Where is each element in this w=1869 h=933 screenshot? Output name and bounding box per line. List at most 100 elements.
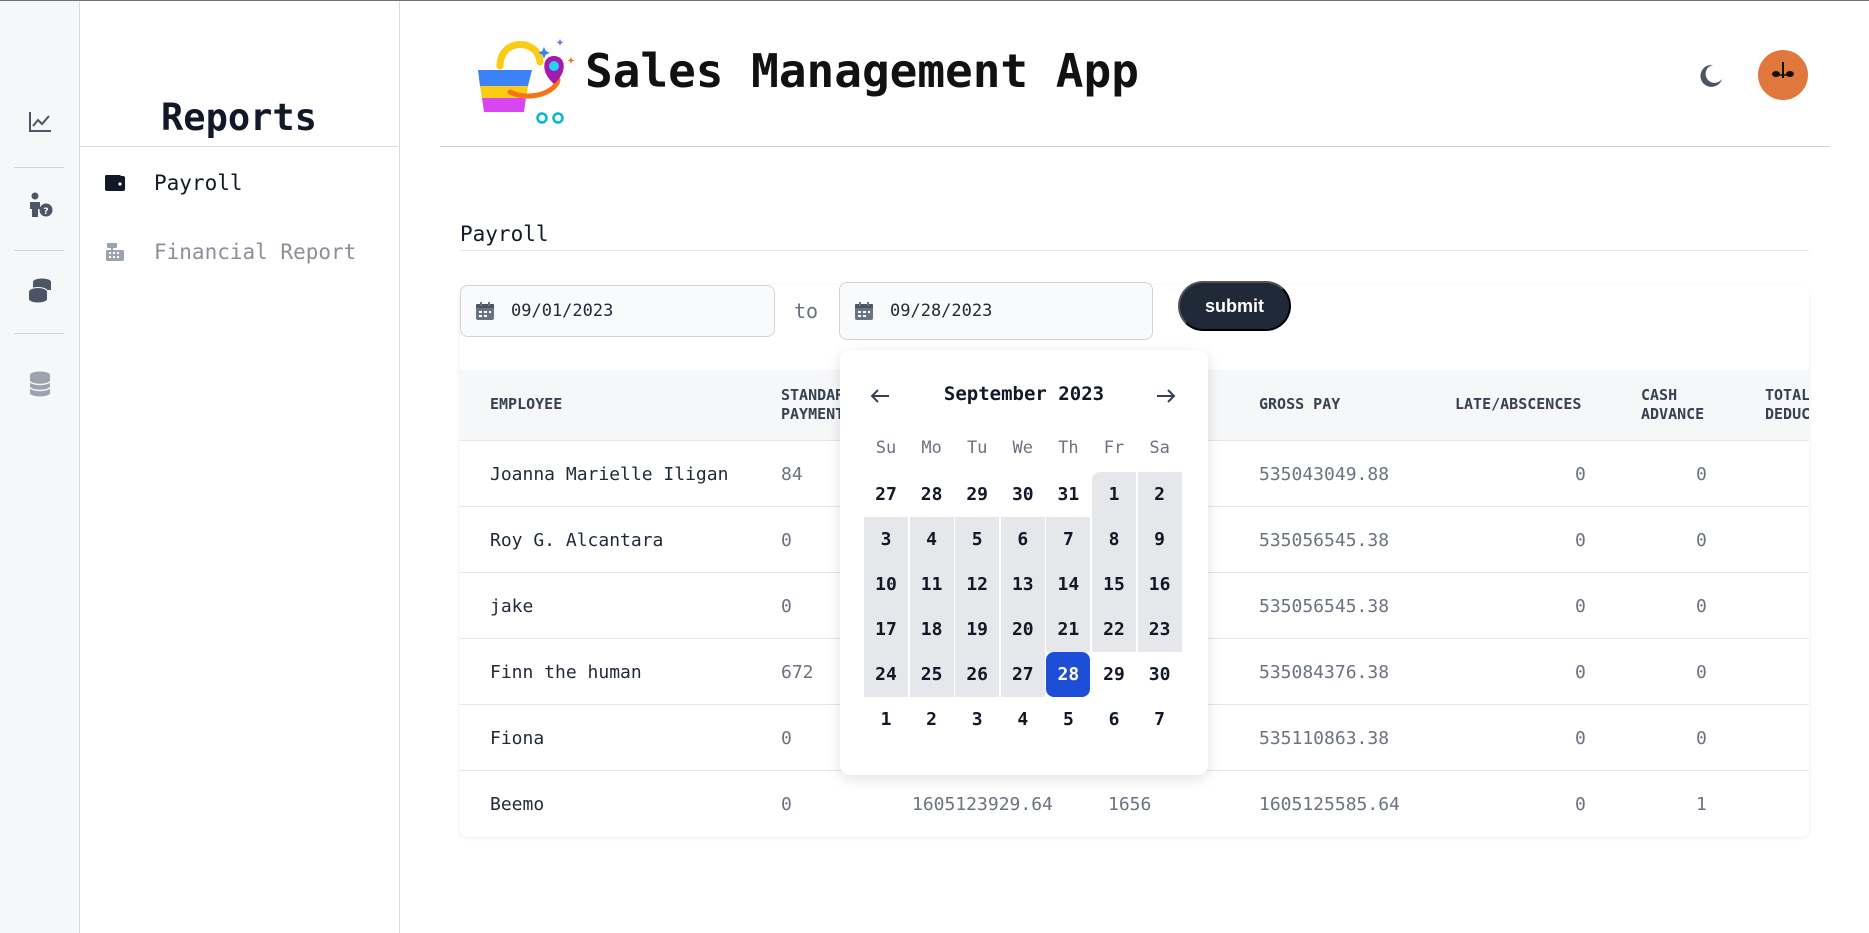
day-cell[interactable]: 11 — [909, 562, 954, 607]
reports-panel: Reports Payroll Financial Report — [80, 1, 400, 933]
day-cell[interactable]: 30 — [1001, 472, 1045, 517]
menu-item-payroll[interactable]: Payroll — [104, 165, 243, 201]
day-cell[interactable]: 23 — [1137, 607, 1182, 652]
day-cell[interactable]: 22 — [1092, 607, 1136, 652]
day-cell[interactable]: 27 — [864, 472, 908, 517]
day-cell[interactable]: 2 — [1137, 472, 1182, 517]
datepicker-month-label: September 2023 — [943, 383, 1105, 405]
day-cell[interactable]: 1 — [1092, 472, 1136, 517]
column-header-gross-pay: GROSS PAY — [1259, 395, 1341, 414]
cell-late-absences: 0 — [1575, 793, 1586, 815]
icon-rail: ? — [0, 1, 80, 933]
cell-cash-advance: 0 — [1696, 595, 1707, 617]
cell-standard-payment: 0 — [781, 793, 792, 815]
day-cell[interactable]: 6 — [1092, 697, 1136, 742]
menu-item-financial-report[interactable]: Financial Report — [104, 234, 356, 270]
day-cell[interactable]: 18 — [909, 607, 954, 652]
coins-icon[interactable] — [20, 270, 60, 310]
cell-employee: Fiona — [490, 727, 545, 749]
weekday-label: Su — [875, 438, 897, 458]
cell-cash-advance: 0 — [1696, 727, 1707, 749]
day-cell[interactable]: 26 — [955, 652, 1000, 697]
day-cell[interactable]: 1 — [864, 697, 908, 742]
day-cell[interactable]: 14 — [1046, 562, 1091, 607]
day-cell[interactable]: 28 — [1046, 652, 1091, 697]
cell-late-absences: 0 — [1575, 529, 1586, 551]
day-cell[interactable]: 7 — [1046, 517, 1091, 562]
date-range-separator: to — [794, 299, 819, 323]
day-cell[interactable]: 29 — [955, 472, 999, 517]
day-cell[interactable]: 3 — [955, 697, 999, 742]
end-date-field[interactable]: 09/28/2023 — [839, 282, 1153, 340]
day-cell[interactable]: 10 — [864, 562, 908, 607]
cell-standard-payment: 0 — [781, 529, 792, 551]
day-cell[interactable]: 19 — [955, 607, 1000, 652]
day-cell[interactable]: 16 — [1137, 562, 1182, 607]
cell-gross-pay: 535110863.38 — [1259, 727, 1390, 749]
day-cell[interactable]: 5 — [955, 517, 1000, 562]
weekday-label: We — [1012, 438, 1034, 458]
cell-standard-payment: 84 — [781, 463, 803, 485]
arrow-right-icon[interactable] — [1148, 378, 1184, 414]
day-cell[interactable]: 27 — [1000, 652, 1045, 697]
day-cell[interactable]: 12 — [955, 562, 1000, 607]
day-cell[interactable]: 7 — [1138, 697, 1182, 742]
day-cell[interactable]: 30 — [1138, 652, 1182, 697]
day-cell[interactable]: 20 — [1000, 607, 1045, 652]
day-cell[interactable]: 24 — [864, 652, 908, 697]
day-cell[interactable]: 9 — [1137, 517, 1182, 562]
end-date-value: 09/28/2023 — [890, 301, 993, 321]
weekday-label: Sa — [1149, 438, 1170, 458]
cell-employee: Beemo — [490, 793, 545, 815]
cell-column-3: 1605123929.64 — [912, 793, 1053, 815]
table-row[interactable]: Beemo 0 1605123929.64 1656 1605125585.64… — [460, 770, 1809, 836]
day-cell[interactable]: 8 — [1092, 517, 1136, 562]
datepicker-popup: September 2023 Su Mo Tu We Th Fr Sa 27 28 29 30 31… — [840, 350, 1208, 775]
start-date-field[interactable]: 09/01/2023 — [460, 285, 775, 337]
day-cell[interactable]: 2 — [910, 697, 954, 742]
day-cell[interactable]: 15 — [1092, 562, 1136, 607]
cell-gross-pay: 535056545.38 — [1259, 529, 1390, 551]
day-cell[interactable]: 17 — [864, 607, 908, 652]
cell-late-absences: 0 — [1575, 595, 1586, 617]
chart-line-icon[interactable] — [20, 102, 60, 142]
cell-late-absences: 0 — [1575, 727, 1586, 749]
person-question-icon[interactable]: ? — [20, 185, 60, 225]
section-title: Payroll — [460, 222, 549, 246]
day-cell[interactable]: 3 — [864, 517, 908, 562]
column-header-cash-advance: CASH ADVANCE — [1641, 385, 1705, 424]
day-cell[interactable]: 4 — [1001, 697, 1045, 742]
day-cell[interactable]: 4 — [909, 517, 954, 562]
database-icon[interactable] — [20, 364, 60, 404]
moon-icon[interactable] — [1695, 60, 1725, 90]
menu-item-label: Payroll — [154, 171, 243, 195]
app-logo — [470, 36, 580, 126]
avatar[interactable] — [1758, 50, 1808, 100]
cell-late-absences: 0 — [1575, 661, 1586, 683]
day-cell[interactable]: 6 — [1000, 517, 1045, 562]
submit-button[interactable]: submit — [1178, 281, 1291, 331]
day-cell[interactable]: 25 — [909, 652, 954, 697]
day-cell[interactable]: 5 — [1046, 697, 1090, 742]
day-cell[interactable]: 31 — [1046, 472, 1090, 517]
cell-late-absences: 0 — [1575, 463, 1586, 485]
cell-standard-payment: 672 — [781, 661, 814, 683]
weekday-label: Fr — [1103, 438, 1125, 458]
cell-gross-pay: 535043049.88 — [1259, 463, 1390, 485]
day-cell[interactable]: 21 — [1046, 607, 1091, 652]
arrow-left-icon[interactable] — [862, 378, 898, 414]
wallet-icon — [104, 174, 130, 192]
day-cell[interactable]: 28 — [910, 472, 954, 517]
cell-column-4: 1656 — [1108, 793, 1152, 815]
weekday-label: Tu — [966, 438, 988, 458]
day-cell[interactable]: 13 — [1000, 562, 1045, 607]
cell-employee: Finn the human — [490, 661, 642, 683]
cell-employee: Roy G. Alcantara — [490, 529, 664, 551]
column-header-late-absences: LATE/ABSCENCES — [1455, 395, 1582, 414]
day-cell[interactable]: 29 — [1092, 652, 1136, 697]
cell-cash-advance: 0 — [1696, 463, 1707, 485]
column-header-total-deductions: TOTAL DEDUC — [1765, 385, 1809, 424]
menu-item-label: Financial Report — [154, 240, 357, 264]
cell-employee: Joanna Marielle Iligan — [490, 463, 729, 485]
start-date-value: 09/01/2023 — [511, 301, 614, 321]
